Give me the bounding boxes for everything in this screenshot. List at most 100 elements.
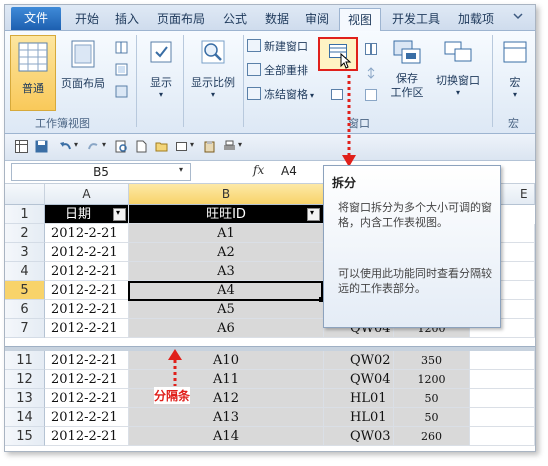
redo-dropdown-icon[interactable]: ▾ [102,140,106,149]
id-cell[interactable]: A1 [129,224,324,243]
minimize-ribbon-icon[interactable] [511,9,525,23]
code-cell[interactable]: HL01 [324,389,394,408]
date-cell[interactable]: 2012-2-21 [45,319,129,338]
date-cell[interactable]: 2012-2-21 [45,224,129,243]
date-cell[interactable]: 2012-2-21 [45,243,129,262]
row-header[interactable]: 12 [5,370,45,389]
code-cell[interactable]: QW04 [324,370,394,389]
tab-data[interactable]: 数据 [259,8,295,30]
amount-cell[interactable]: 1200 [394,370,470,389]
row-header[interactable]: 1 [5,205,45,224]
insert-function-icon[interactable]: fx [253,163,264,177]
date-cell[interactable]: 2012-2-21 [45,427,129,446]
normal-view-button[interactable]: 普通 [10,35,56,111]
new-document-icon[interactable] [135,140,148,153]
id-cell[interactable]: A5 [129,300,324,319]
row-header[interactable]: 15 [5,427,45,446]
tab-review[interactable]: 审阅 [299,8,335,30]
code-cell[interactable]: QW02 [324,351,394,370]
empty-cell[interactable] [470,351,535,370]
filter-dropdown-button[interactable]: ▾ [307,208,320,221]
switch-windows-button[interactable]: 切换窗口 ▾ [429,39,487,97]
print-preview-icon[interactable] [115,140,128,153]
row-header[interactable]: 2 [5,224,45,243]
tab-page-layout[interactable]: 页面布局 [151,8,211,30]
row-header[interactable]: 7 [5,319,45,338]
shape-dropdown-icon[interactable]: ▾ [190,140,194,149]
column-header-e[interactable]: E [520,184,528,205]
row-header[interactable]: 13 [5,389,45,408]
name-box-dropdown-icon[interactable]: ▾ [179,165,183,174]
id-cell[interactable]: A14 [129,427,324,446]
row-header[interactable]: 4 [5,262,45,281]
code-cell[interactable]: QW03 [324,427,394,446]
row-header[interactable]: 5 [5,281,45,300]
row-header[interactable]: 11 [5,351,45,370]
date-cell[interactable]: 2012-2-21 [45,300,129,319]
date-cell[interactable]: 2012-2-21 [45,389,129,408]
empty-cell[interactable] [470,427,535,446]
tab-developer[interactable]: 开发工具 [385,8,447,30]
id-cell[interactable]: A2 [129,243,324,262]
amount-cell[interactable]: 350 [394,351,470,370]
full-screen-icon[interactable] [115,85,128,98]
amount-cell[interactable]: 260 [394,427,470,446]
tab-home[interactable]: 开始 [69,8,105,30]
formula-input[interactable]: A4 [281,164,297,178]
view-side-by-side-icon[interactable] [365,43,377,55]
tab-file[interactable]: 文件 [11,7,61,30]
id-cell[interactable]: A10 [129,351,324,370]
normal-view-icon [18,42,48,72]
date-cell[interactable]: 2012-2-21 [45,408,129,427]
row-header[interactable]: 3 [5,243,45,262]
amount-cell[interactable]: 50 [394,389,470,408]
qat-customize-icon[interactable]: ▾ [238,140,242,149]
save-icon[interactable] [35,140,48,153]
column-header-a[interactable]: A [45,184,129,205]
page-layout-view-button[interactable]: 页面布局 [57,39,109,91]
row-header[interactable]: 14 [5,408,45,427]
empty-cell[interactable] [470,408,535,427]
table-icon[interactable] [15,140,28,153]
tab-formulas[interactable]: 公式 [217,8,253,30]
show-dropdown-icon: ▾ [158,90,163,99]
filter-dropdown-button[interactable]: ▾ [113,208,126,221]
column-header-b[interactable]: B [129,184,324,205]
freeze-panes-button[interactable]: 冻结窗格 ▾ [247,87,314,103]
empty-cell[interactable] [470,389,535,408]
tab-insert[interactable]: 插入 [109,8,145,30]
amount-cell[interactable]: 50 [394,408,470,427]
clipboard-icon[interactable] [203,140,216,153]
print-icon[interactable] [223,140,236,153]
name-box[interactable]: B5 [11,163,191,181]
id-cell[interactable]: A13 [129,408,324,427]
date-cell[interactable]: 2012-2-21 [45,370,129,389]
shape-icon[interactable] [175,140,188,153]
tab-add-ins[interactable]: 加载项 [451,8,501,30]
split-button[interactable] [318,37,358,71]
empty-cell[interactable] [470,370,535,389]
code-cell[interactable]: HL01 [324,408,394,427]
arrange-all-button[interactable]: 全部重排 [247,63,308,79]
select-all-corner[interactable] [5,184,45,205]
tab-view[interactable]: 视图 [339,8,381,31]
open-folder-icon[interactable] [155,140,168,153]
date-cell[interactable]: 2012-2-21 [45,262,129,281]
undo-dropdown-icon[interactable]: ▾ [74,140,78,149]
redo-icon[interactable] [87,140,100,153]
id-cell[interactable]: A6 [129,319,324,338]
custom-views-icon[interactable] [115,63,128,76]
macros-button[interactable]: 宏 ▾ [495,39,535,99]
zoom-button[interactable]: 显示比例 ▾ [185,39,241,99]
show-button[interactable]: 显示 ▾ [141,39,181,99]
undo-icon[interactable] [59,140,72,153]
page-break-preview-icon[interactable] [115,41,128,54]
reset-window-icon[interactable] [365,89,377,101]
id-cell[interactable]: A3 [129,262,324,281]
sync-scroll-icon[interactable] [365,67,377,79]
date-cell[interactable]: 2012-2-21 [45,281,129,300]
row-header[interactable]: 6 [5,300,45,319]
date-cell[interactable]: 2012-2-21 [45,351,129,370]
new-window-button[interactable]: 新建窗口 [247,39,308,55]
save-workspace-button[interactable]: 保存 工作区 [385,39,429,100]
